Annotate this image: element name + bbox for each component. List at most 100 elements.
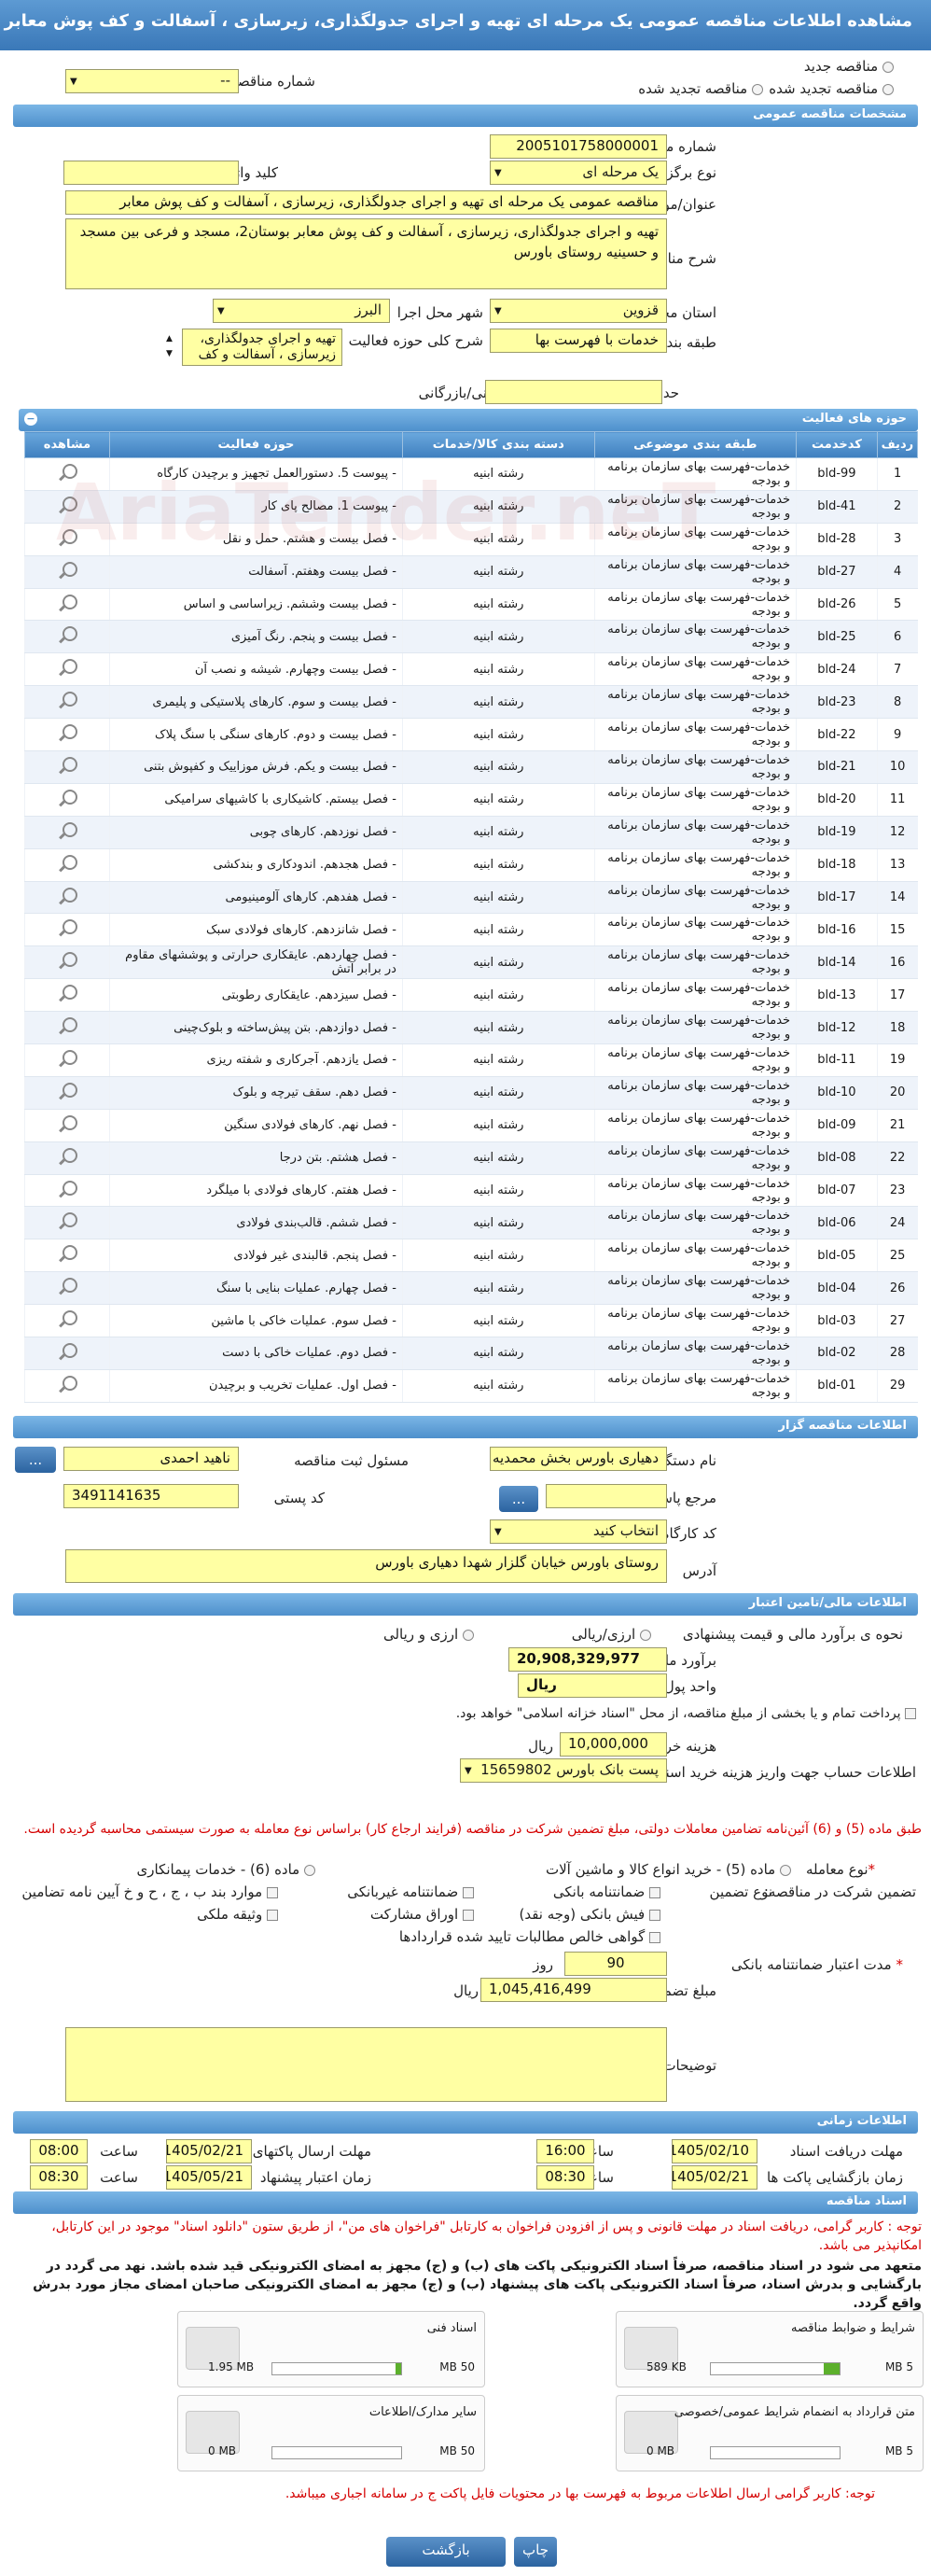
checkbox-icon[interactable] bbox=[649, 1886, 660, 1898]
magnifier-icon[interactable] bbox=[57, 1374, 77, 1394]
radio-icon[interactable] bbox=[640, 1629, 651, 1641]
magnifier-icon[interactable] bbox=[57, 560, 77, 581]
back-button[interactable]: بازگشت bbox=[386, 2537, 506, 2567]
magnifier-icon[interactable] bbox=[57, 1341, 77, 1362]
checkbox-icon[interactable] bbox=[267, 1886, 278, 1898]
resp-lookup-button[interactable]: ... bbox=[15, 1447, 56, 1473]
table-row[interactable]: 19 bld-11 خدمات-فهرست بهای سازمان برنامه و… bbox=[24, 1043, 918, 1077]
category-field[interactable]: خدمات با فهرست بها bbox=[490, 329, 667, 353]
checkbox-icon[interactable] bbox=[463, 1886, 474, 1898]
validity-time[interactable]: 08:30 bbox=[30, 2165, 88, 2190]
city-select[interactable]: ▼ البرز bbox=[213, 299, 390, 323]
magnifier-icon[interactable] bbox=[57, 1179, 77, 1199]
send-time[interactable]: 08:00 bbox=[30, 2139, 88, 2163]
col-activity[interactable]: حوزه فعالیت bbox=[108, 431, 403, 458]
table-row[interactable]: 11 bld-20 خدمات-فهرست بهای سازمان برنامه و… bbox=[24, 783, 918, 817]
table-row[interactable]: 6 bld-25 خدمات-فهرست بهای سازمان برنامه و … bbox=[24, 620, 918, 654]
magnifier-icon[interactable] bbox=[57, 820, 77, 841]
magnifier-icon[interactable] bbox=[57, 788, 77, 808]
magnifier-icon[interactable] bbox=[57, 657, 77, 678]
magnifier-icon[interactable] bbox=[57, 950, 77, 971]
radio-icon[interactable] bbox=[304, 1864, 315, 1876]
validity-field[interactable]: 90 bbox=[564, 1952, 667, 1976]
min-score-field[interactable] bbox=[485, 380, 662, 404]
radio-icon[interactable] bbox=[752, 83, 763, 95]
table-row[interactable]: 27 bld-03 خدمات-فهرست بهای سازمان برنامه و… bbox=[24, 1304, 918, 1338]
estimate-amount-field[interactable]: 20,908,329,977 bbox=[508, 1647, 667, 1672]
chevron-up-icon[interactable]: ▲ bbox=[166, 334, 173, 343]
table-row[interactable]: 28 bld-02 خدمات-فهرست بهای سازمان برنامه و… bbox=[24, 1337, 918, 1370]
magnifier-icon[interactable] bbox=[57, 1146, 77, 1167]
doc-fee-field[interactable]: 10,000,000 bbox=[560, 1732, 667, 1757]
chevron-down-icon[interactable]: ▼ bbox=[166, 349, 173, 358]
org-field[interactable]: دهیاری باورس بخش محمدیه bbox=[490, 1447, 667, 1471]
collapse-icon[interactable]: − bbox=[24, 413, 37, 426]
table-row[interactable]: 9 bld-22 خدمات-فهرست بهای سازمان برنامه و … bbox=[24, 718, 918, 752]
magnifier-icon[interactable] bbox=[57, 722, 77, 743]
print-button[interactable]: چاپ bbox=[514, 2537, 557, 2567]
radio-icon[interactable] bbox=[780, 1864, 791, 1876]
radio-icon[interactable] bbox=[882, 83, 894, 95]
magnifier-icon[interactable] bbox=[57, 853, 77, 874]
ref-field[interactable] bbox=[546, 1484, 667, 1508]
renewed-tender-option-2[interactable]: مناقصه تجدید شده bbox=[638, 80, 763, 97]
col-goods[interactable]: دسته بندی کالا/خدمات bbox=[401, 431, 595, 458]
table-row[interactable]: 10 bld-21 خدمات-فهرست بهای سازمان برنامه و… bbox=[24, 750, 918, 784]
checkbox-icon[interactable] bbox=[649, 1931, 660, 1943]
table-row[interactable]: 12 bld-19 خدمات-فهرست بهای سازمان برنامه و… bbox=[24, 816, 918, 849]
description-field[interactable]: تهیه و اجرای جدولگذاری، زیرسازی ، آسفالت… bbox=[65, 218, 667, 289]
magnifier-icon[interactable] bbox=[57, 1048, 77, 1069]
magnifier-icon[interactable] bbox=[57, 1113, 77, 1134]
radio-icon[interactable] bbox=[463, 1629, 474, 1641]
deal6-option[interactable]: ماده (6) - خدمات پیمانکاری bbox=[137, 1861, 315, 1878]
table-row[interactable]: 15 bld-16 خدمات-فهرست بهای سازمان برنامه و… bbox=[24, 913, 918, 947]
table-row[interactable]: 24 bld-06 خدمات-فهرست بهای سازمان برنامه و… bbox=[24, 1206, 918, 1240]
renewed-tender-option[interactable]: مناقصه تجدید شده bbox=[769, 80, 894, 97]
checkbox-icon[interactable] bbox=[905, 1708, 916, 1719]
province-select[interactable]: ▼ قزوین bbox=[490, 299, 667, 323]
magnifier-icon[interactable] bbox=[57, 983, 77, 1003]
send-date[interactable]: 1405/02/21 bbox=[166, 2139, 252, 2163]
opt-both[interactable]: ارزی و ریالی bbox=[383, 1626, 474, 1643]
new-tender-option[interactable]: مناقصه جدید bbox=[804, 58, 894, 75]
magnifier-icon[interactable] bbox=[57, 593, 77, 613]
checkbox-icon[interactable] bbox=[463, 1909, 474, 1921]
table-row[interactable]: 5 bld-26 خدمات-فهرست بهای سازمان برنامه و … bbox=[24, 588, 918, 622]
activity-scroll[interactable]: ▲ ▼ bbox=[166, 331, 173, 361]
currency-field[interactable]: ریال bbox=[518, 1673, 667, 1698]
open-time[interactable]: 08:30 bbox=[536, 2165, 594, 2190]
magnifier-icon[interactable] bbox=[57, 690, 77, 710]
keyword-field[interactable] bbox=[63, 161, 239, 185]
address-field[interactable]: روستای باورس خیابان گلزار شهدا دهیاری با… bbox=[65, 1549, 667, 1583]
prev-tender-select[interactable]: ▼ -- bbox=[65, 69, 239, 93]
table-row[interactable]: 17 bld-13 خدمات-فهرست بهای سازمان برنامه و… bbox=[24, 978, 918, 1013]
table-row[interactable]: 16 bld-14 خدمات-فهرست بهای سازمان برنامه و… bbox=[24, 945, 918, 980]
col-category[interactable]: طبقه بندی موضوعی bbox=[593, 431, 798, 458]
magnifier-icon[interactable] bbox=[57, 886, 77, 906]
magnifier-icon[interactable] bbox=[57, 624, 77, 645]
g6-option[interactable]: وثیقه ملکی bbox=[197, 1906, 278, 1923]
table-row[interactable]: 8 bld-23 خدمات-فهرست بهای سازمان برنامه و … bbox=[24, 685, 918, 720]
validity-date[interactable]: 1405/05/21 bbox=[166, 2165, 252, 2190]
doc-receive-time[interactable]: 16:00 bbox=[536, 2139, 594, 2163]
doc-receive-date[interactable]: 1405/02/10 bbox=[672, 2139, 757, 2163]
checkbox-icon[interactable] bbox=[649, 1909, 660, 1921]
guarantee-amount-field[interactable]: 1,045,416,499 bbox=[480, 1978, 667, 2002]
g5-option[interactable]: اوراق مشارکت bbox=[370, 1906, 474, 1923]
col-view[interactable]: مشاهده bbox=[24, 431, 110, 458]
deal5-option[interactable]: ماده (5) - خرید انواع کالا و ماشین آلات bbox=[546, 1861, 791, 1878]
tender-no-field[interactable]: 2005101758000001 bbox=[490, 134, 667, 159]
table-row[interactable]: 20 bld-10 خدمات-فهرست بهای سازمان برنامه و… bbox=[24, 1076, 918, 1110]
file-tile[interactable]: شرایط و ضوابط مناقصه 5 MB 589 KB bbox=[616, 2311, 924, 2387]
g2-option[interactable]: ضمانتنامه غیربانکی bbox=[347, 1883, 474, 1900]
col-row[interactable]: ردیف bbox=[876, 431, 918, 458]
table-row[interactable]: 26 bld-04 خدمات-فهرست بهای سازمان برنامه و… bbox=[24, 1271, 918, 1306]
ref-lookup-button[interactable]: ... bbox=[499, 1486, 538, 1512]
g3-option[interactable]: موارد بند ب ، ج ، ح و خ آیین نامه تضامین bbox=[21, 1883, 278, 1900]
subject-field[interactable]: مناقصه عمومی یک مرحله ای تهیه و اجرای جد… bbox=[65, 190, 667, 215]
file-tile[interactable]: سایر مدارک/اطلاعات 50 MB 0 MB bbox=[177, 2395, 485, 2471]
notes-field[interactable] bbox=[65, 2027, 667, 2102]
table-row[interactable]: 22 bld-08 خدمات-فهرست بهای سازمان برنامه و… bbox=[24, 1141, 918, 1175]
radio-icon[interactable] bbox=[882, 61, 894, 73]
magnifier-icon[interactable] bbox=[57, 1309, 77, 1329]
